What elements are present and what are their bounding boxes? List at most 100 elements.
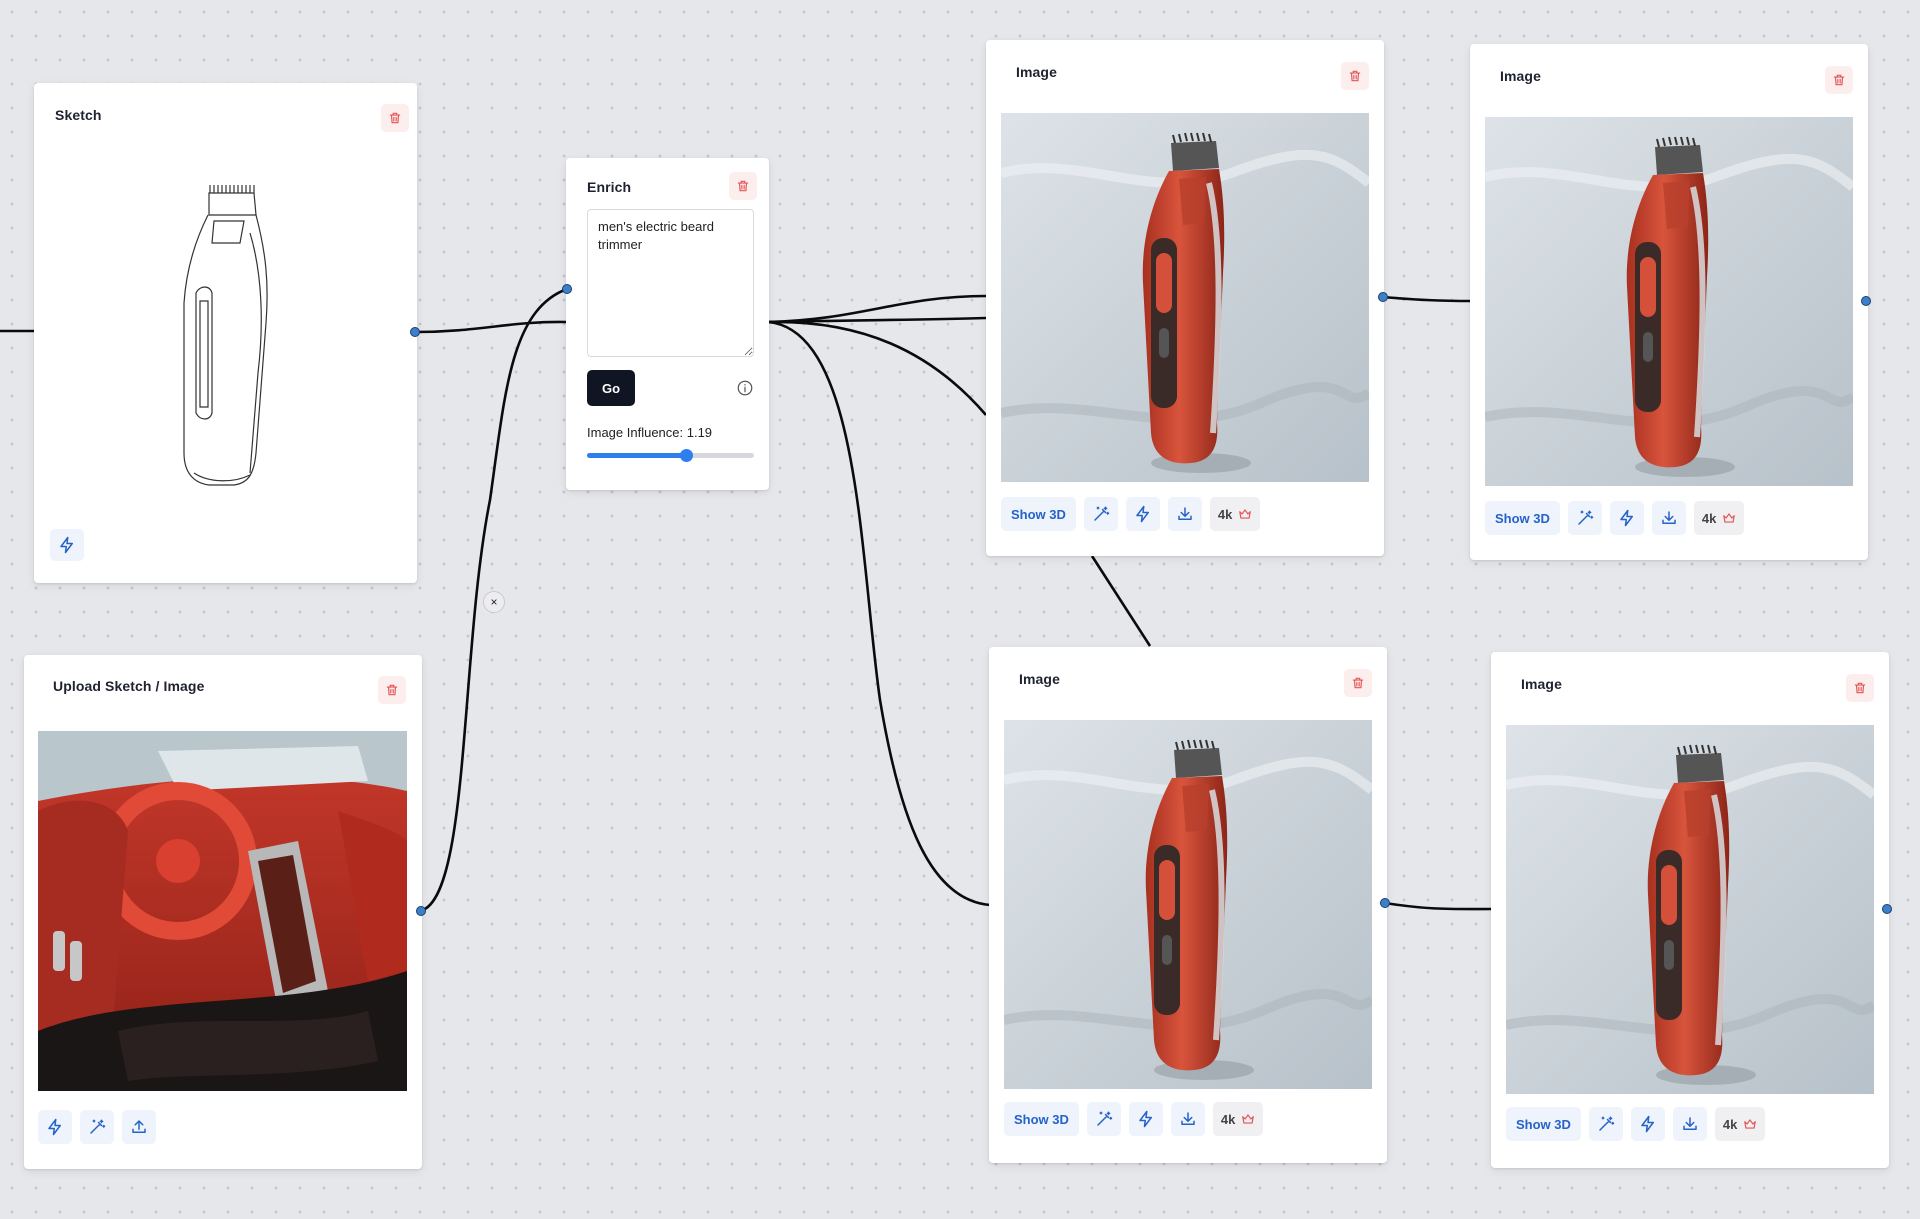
upscale-4k-button[interactable]: 4k (1212, 1102, 1264, 1136)
generate-button[interactable] (38, 1110, 72, 1144)
lightning-icon (60, 536, 73, 554)
crown-icon (1744, 1119, 1757, 1129)
download-button[interactable] (1672, 1107, 1707, 1141)
upscale-label: 4k (1220, 1111, 1236, 1127)
wire-enrich-to-image1b (767, 316, 987, 324)
show-3d-button[interactable]: Show 3D (1004, 1102, 1079, 1136)
enhance-button[interactable] (1588, 1107, 1623, 1141)
download-icon (1683, 1117, 1697, 1130)
trash-icon (1854, 682, 1866, 694)
upscale-4k-button[interactable]: 4k (1693, 501, 1745, 535)
generated-image[interactable] (1506, 725, 1874, 1094)
image-node-2[interactable]: Image Show 3D 4k (1470, 44, 1868, 560)
generated-image[interactable] (1001, 113, 1369, 482)
image-influence-label: Image Influence: 1.19 (587, 425, 713, 440)
trash-icon (1352, 677, 1364, 689)
upload-toolbar (38, 1110, 156, 1144)
wire-enrich-to-image3 (767, 320, 991, 907)
image3-output-port[interactable] (1380, 898, 1390, 908)
go-button[interactable]: Go (587, 370, 635, 406)
download-button[interactable] (1167, 497, 1202, 531)
image-node-1[interactable]: Image Show 3D 4k (986, 40, 1384, 556)
magic-wand-icon (1094, 506, 1110, 521)
delete-node-button[interactable] (1344, 669, 1372, 697)
image2-output-port[interactable] (1861, 296, 1871, 306)
node-title: Image (1016, 64, 1057, 80)
sketch-drawing (154, 173, 304, 503)
delete-node-button[interactable] (1825, 66, 1853, 94)
generated-image[interactable] (1485, 117, 1853, 486)
node-title: Upload Sketch / Image (53, 678, 205, 694)
delete-node-button[interactable] (729, 172, 757, 200)
lightning-icon (48, 1118, 61, 1136)
uploaded-image (38, 731, 407, 1091)
trash-icon (737, 180, 749, 192)
sketch-node[interactable]: Sketch (34, 83, 417, 583)
show-3d-button[interactable]: Show 3D (1485, 501, 1560, 535)
image-node-3[interactable]: Image Show 3D 4k (989, 647, 1387, 1163)
node-title: Enrich (587, 179, 632, 195)
sketch-toolbar (50, 529, 84, 561)
magic-wand-icon (1578, 510, 1594, 525)
upload-button[interactable] (122, 1110, 156, 1144)
enrich-node[interactable]: Enrich men's electric beard trimmer Go I… (566, 158, 769, 490)
download-button[interactable] (1170, 1102, 1205, 1136)
enhance-button[interactable] (80, 1110, 114, 1144)
lightning-icon (1641, 1115, 1654, 1133)
upscale-4k-button[interactable]: 4k (1714, 1107, 1766, 1141)
slider-fill (587, 453, 686, 458)
info-icon[interactable] (736, 379, 754, 397)
upscale-label: 4k (1701, 510, 1717, 526)
crown-icon (1723, 513, 1736, 523)
remove-connection-button[interactable]: × (483, 591, 505, 613)
node-title: Sketch (55, 107, 102, 123)
lightning-icon (1139, 1110, 1152, 1128)
magic-wand-icon (1599, 1116, 1615, 1131)
image4-output-port[interactable] (1882, 904, 1892, 914)
sketch-output-port[interactable] (410, 327, 420, 337)
show-3d-button[interactable]: Show 3D (1001, 497, 1076, 531)
wire-image1-to-image3 (1090, 555, 1152, 647)
upscale-4k-button[interactable]: 4k (1209, 497, 1261, 531)
image-toolbar: Show 3D 4k (1001, 497, 1261, 531)
lightning-icon (1136, 505, 1149, 523)
image-influence-slider[interactable] (587, 449, 754, 462)
upload-icon (132, 1120, 146, 1133)
generated-image[interactable] (1004, 720, 1372, 1089)
download-button[interactable] (1651, 501, 1686, 535)
image-toolbar: Show 3D 4k (1004, 1102, 1264, 1136)
show-3d-button[interactable]: Show 3D (1506, 1107, 1581, 1141)
generate-button[interactable] (50, 529, 84, 561)
enrich-image-input-port[interactable] (562, 284, 572, 294)
delete-node-button[interactable] (1846, 674, 1874, 702)
image-toolbar: Show 3D 4k (1506, 1107, 1766, 1141)
image-node-4[interactable]: Image Show 3D 4k (1491, 652, 1889, 1168)
enhance-button[interactable] (1083, 497, 1118, 531)
generate-button[interactable] (1125, 497, 1160, 531)
trash-icon (389, 112, 401, 124)
enhance-button[interactable] (1567, 501, 1602, 535)
generate-button[interactable] (1128, 1102, 1163, 1136)
generate-button[interactable] (1609, 501, 1644, 535)
magic-wand-icon (90, 1119, 106, 1134)
trash-icon (386, 684, 398, 696)
node-title: Image (1019, 671, 1060, 687)
wire-enrich-to-image1c (767, 320, 987, 416)
node-title: Image (1500, 68, 1541, 84)
upload-output-port[interactable] (416, 906, 426, 916)
wire-image1-to-image2 (1381, 295, 1472, 303)
delete-node-button[interactable] (378, 676, 406, 704)
image1-output-port[interactable] (1378, 292, 1388, 302)
enhance-button[interactable] (1086, 1102, 1121, 1136)
generate-button[interactable] (1630, 1107, 1665, 1141)
wire-enrich-to-image1a (767, 294, 987, 324)
delete-node-button[interactable] (1341, 62, 1369, 90)
upload-node[interactable]: Upload Sketch / Image (24, 655, 422, 1169)
crown-icon (1239, 509, 1252, 519)
download-icon (1178, 507, 1192, 520)
wire-sketch-to-enrich (414, 320, 567, 334)
prompt-textarea[interactable]: men's electric beard trimmer (587, 209, 754, 357)
slider-thumb[interactable] (679, 449, 693, 462)
wire-image3-to-image4 (1384, 901, 1494, 911)
delete-node-button[interactable] (381, 104, 409, 132)
